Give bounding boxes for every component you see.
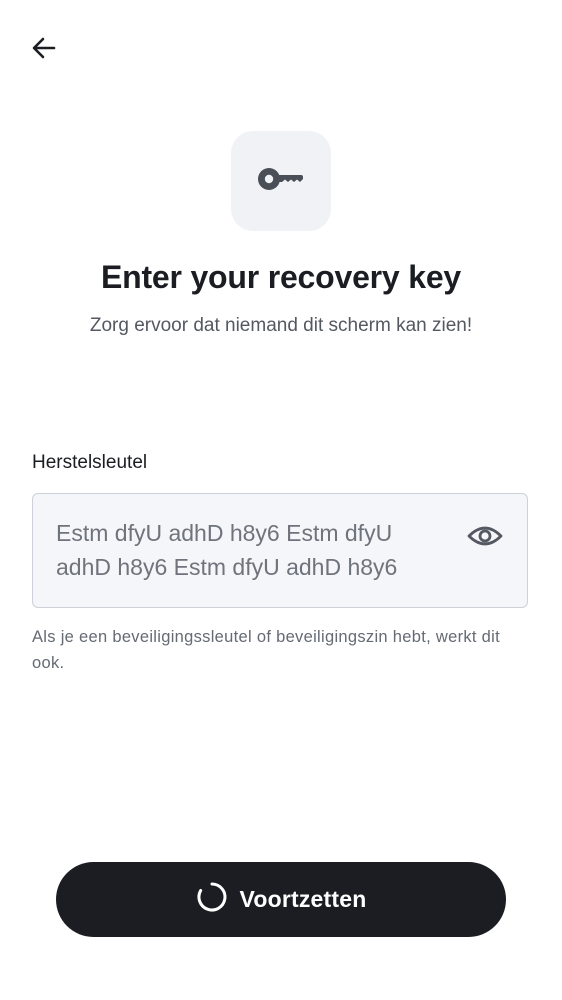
- recovery-key-label: Herstelsleutel: [32, 452, 148, 473]
- recovery-key-field[interactable]: Estm dfyU adhD h8y6 Estm dfyU adhD h8y6 …: [32, 493, 528, 608]
- page-title: Enter your recovery key: [100, 259, 462, 295]
- page-subtitle: Zorg ervoor dat niemand dit scherm kan z…: [89, 315, 473, 336]
- arrow-left-icon: [30, 34, 58, 67]
- toggle-visibility-button[interactable]: [465, 520, 505, 556]
- back-button[interactable]: [24, 30, 64, 70]
- key-icon: [257, 164, 305, 199]
- continue-button-label: Voortzetten: [239, 886, 367, 912]
- key-icon-tile: [231, 131, 331, 231]
- recovery-key-hint: Als je een beveiligingssleutel of beveil…: [32, 628, 501, 672]
- eye-icon: [467, 523, 503, 554]
- recovery-key-input[interactable]: Estm dfyU adhD h8y6 Estm dfyU adhD h8y6 …: [56, 516, 446, 588]
- continue-button[interactable]: Voortzetten: [56, 862, 506, 937]
- loading-spinner-icon: [196, 881, 228, 918]
